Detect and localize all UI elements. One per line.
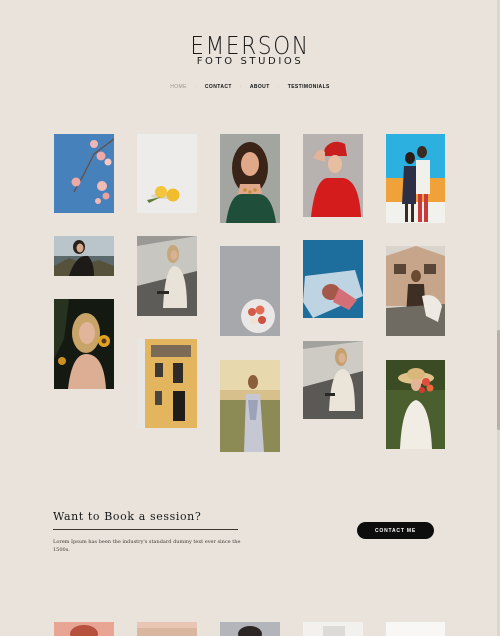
photo-bottom-5[interactable] <box>386 622 445 636</box>
photo-woman-rocks[interactable] <box>137 236 197 316</box>
photo-woman-straw-hat[interactable] <box>386 360 445 449</box>
photo-fruit-plate[interactable] <box>220 246 280 336</box>
photo-bottom-4[interactable] <box>303 622 363 636</box>
photo-pink-blossoms[interactable] <box>54 134 114 213</box>
photo-bottom-1[interactable] <box>54 622 114 636</box>
photo-woman-rocks-2[interactable] <box>303 341 363 419</box>
photo-bottom-2[interactable] <box>137 622 197 636</box>
cta-description: Lorem Ipsum has been the industry's stan… <box>53 539 241 553</box>
photo-two-women-orange[interactable] <box>386 134 445 223</box>
photo-woman-red-hat[interactable] <box>303 134 363 217</box>
photo-woman-field[interactable] <box>220 360 280 452</box>
brand-subtitle: FOTO STUDIOS <box>196 56 304 67</box>
nav-contact[interactable]: CONTACT <box>205 84 232 90</box>
photo-lemons[interactable] <box>137 134 197 213</box>
photo-woman-sunflower[interactable] <box>54 299 114 389</box>
nav-separator: · <box>194 84 197 90</box>
cta-heading: Want to Book a session? <box>53 510 202 523</box>
nav-testimonials[interactable]: TESTIMONIALS <box>288 84 330 90</box>
nav-separator: · <box>239 84 242 90</box>
photo-woman-horse[interactable] <box>386 246 445 336</box>
contact-me-button[interactable]: CONTACT ME <box>357 522 434 539</box>
photo-woman-plastic-sheet[interactable] <box>303 240 363 318</box>
photo-woman-green-dress[interactable] <box>220 134 280 223</box>
main-nav: HOME · CONTACT · ABOUT · TESTIMONIALS <box>0 84 500 90</box>
photo-bottom-3[interactable] <box>220 622 280 636</box>
nav-about[interactable]: ABOUT <box>250 84 270 90</box>
photo-yellow-building[interactable] <box>137 339 197 428</box>
nav-home[interactable]: HOME <box>170 84 187 90</box>
cta-divider <box>53 529 238 530</box>
photo-woman-seaside[interactable] <box>54 236 114 276</box>
nav-separator: · <box>277 84 280 90</box>
